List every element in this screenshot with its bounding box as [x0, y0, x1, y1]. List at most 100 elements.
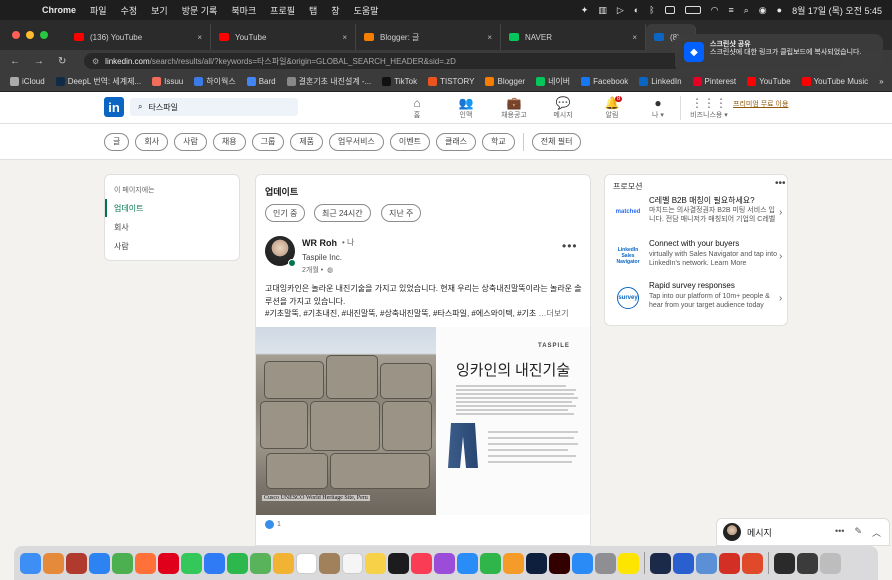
reload-icon[interactable]: ↻	[58, 56, 72, 67]
bookmark-item[interactable]: Bard	[246, 77, 276, 86]
kakaotalk-icon[interactable]	[618, 552, 639, 574]
filter-pill[interactable]: 그룹	[251, 132, 285, 151]
user-switch-icon[interactable]: ◉	[759, 5, 767, 16]
forward-icon[interactable]: →	[34, 56, 48, 67]
display-icon[interactable]	[664, 6, 675, 14]
site-info-icon[interactable]: ⚙	[92, 57, 99, 66]
bookmark-item[interactable]: 하이웍스	[194, 76, 236, 87]
global-nav-home[interactable]: ⌂ 홈	[396, 96, 438, 120]
spotlight-icon[interactable]: ⌕	[744, 5, 749, 16]
bookmark-item[interactable]: 결혼기초 내진설계 -...	[286, 76, 371, 87]
messaging-bar[interactable]: 메시지 ••• ✎ ︿	[716, 518, 890, 546]
sort-pill-24h[interactable]: 최근 24시간	[314, 204, 371, 222]
photoshop-icon[interactable]	[526, 552, 547, 574]
close-tab-icon[interactable]: ×	[197, 33, 202, 42]
finder-icon[interactable]	[20, 552, 41, 574]
bookmark-item[interactable]: LinkedIn	[639, 77, 682, 86]
filter-pill[interactable]: 전체 필터	[531, 132, 582, 151]
chrome-icon[interactable]	[112, 552, 133, 574]
promo-item[interactable]: matched C레벨 B2B 매칭이 필요하세요? 마치드는 의사결정권자 B2B…	[611, 195, 787, 233]
back-icon[interactable]: ←	[10, 56, 24, 67]
maximize-window-icon[interactable]	[40, 31, 48, 39]
filter-pill[interactable]: 회사	[135, 132, 169, 151]
menu-help[interactable]: 도움말	[354, 4, 379, 17]
calendar-icon[interactable]	[296, 552, 317, 574]
filter-pill[interactable]: 사람	[174, 132, 207, 151]
global-nav-me-avatar[interactable]: ● 나 ▾	[637, 96, 679, 120]
premium-trial-link[interactable]: 프리미엄 무료 이용	[733, 99, 788, 109]
browser-tab[interactable]: (136) YouTube ×	[66, 24, 211, 50]
filter-pill[interactable]: 채용	[212, 132, 246, 151]
menu-clock[interactable]: 8월 17일 (목) 오전 5:45	[792, 4, 882, 17]
filter-pill[interactable]: 업무서비스	[329, 132, 384, 151]
downloads-icon[interactable]	[797, 552, 818, 574]
filter-pill[interactable]: 제품	[290, 132, 324, 151]
play-icon[interactable]: ▷	[617, 5, 624, 16]
filter-pill[interactable]: 이벤트	[389, 132, 430, 151]
bookmark-item[interactable]: 네이버	[536, 76, 570, 87]
wifi-icon[interactable]: ◠	[711, 5, 719, 16]
close-tab-icon[interactable]: ×	[487, 33, 492, 42]
contacts-icon[interactable]	[319, 552, 340, 574]
section-link-people[interactable]: 사람	[105, 237, 241, 255]
sidebar-icon[interactable]: ▥	[598, 5, 607, 16]
bookmark-item[interactable]: YouTube Music	[801, 77, 868, 86]
battery-icon[interactable]	[684, 6, 701, 14]
bookmark-item[interactable]: Issuu	[152, 77, 183, 86]
app-c-icon[interactable]	[742, 552, 763, 574]
close-tab-icon[interactable]: ×	[632, 33, 637, 42]
photos-icon[interactable]	[273, 552, 294, 574]
bluetooth-icon[interactable]: ᛒ	[649, 5, 654, 15]
filter-pill[interactable]: 클래스	[435, 132, 477, 151]
tv-icon[interactable]	[388, 552, 409, 574]
focus-icon[interactable]: ◐	[634, 5, 639, 15]
messages-icon[interactable]	[181, 552, 202, 574]
control-center-icon[interactable]: ≡	[728, 5, 733, 15]
global-nav-bell[interactable]: 🔔 8 알림	[591, 96, 633, 120]
bookmark-item[interactable]: TikTok	[382, 77, 417, 86]
mail-icon[interactable]	[204, 552, 225, 574]
acrobat-icon[interactable]	[719, 552, 740, 574]
firefox-icon[interactable]	[135, 552, 156, 574]
bookmark-item[interactable]: YouTube	[747, 77, 791, 86]
close-tab-icon[interactable]: ×	[342, 33, 347, 42]
chevron-up-icon[interactable]: ︿	[872, 526, 881, 539]
bookmark-item[interactable]: Pinterest	[692, 77, 736, 86]
browser-tab[interactable]: Blogger: 글 ×	[356, 24, 501, 50]
compose-icon[interactable]: ✎	[854, 526, 862, 539]
bookmark-item[interactable]: TISTORY	[428, 77, 474, 86]
trash-icon[interactable]	[820, 552, 841, 574]
menu-file[interactable]: 파일	[90, 4, 107, 17]
promo-item[interactable]: survey Rapid survey responses Tap into our…	[611, 281, 787, 319]
screen-icon[interactable]	[774, 552, 795, 574]
illustrator-icon[interactable]	[549, 552, 570, 574]
safari-icon[interactable]	[89, 552, 110, 574]
see-more-link[interactable]: …더보기	[539, 309, 569, 318]
app-a-icon[interactable]	[650, 552, 671, 574]
menu-history[interactable]: 방문 기록	[182, 4, 218, 17]
menu-app-name[interactable]: Chrome	[42, 5, 76, 15]
opera-icon[interactable]	[158, 552, 179, 574]
siri-icon[interactable]: ●	[777, 5, 782, 15]
menu-window[interactable]: 창	[331, 4, 339, 17]
bookmark-item[interactable]: DeepL 번역: 세계제...	[55, 76, 141, 87]
keynote-icon[interactable]	[457, 552, 478, 574]
screenshot-share-notification[interactable]: ◆ 스크린샷 공유 스크린샷에 대한 링크가 클립보드에 복사되었습니다.	[675, 34, 883, 72]
global-nav-briefcase[interactable]: 💼 채용공고	[493, 96, 535, 120]
bookmark-item[interactable]: Blogger	[485, 77, 525, 86]
linkedin-logo[interactable]: in	[104, 97, 124, 117]
notes-icon[interactable]	[365, 552, 386, 574]
close-window-icon[interactable]	[12, 31, 20, 39]
bookmarks-overflow-icon[interactable]: »	[879, 77, 892, 86]
section-link-companies[interactable]: 회사	[105, 218, 241, 236]
sort-pill-week[interactable]: 지난 주	[381, 204, 422, 222]
filter-pill[interactable]: 글	[104, 132, 130, 151]
global-nav-people[interactable]: 👥 인맥	[445, 96, 487, 120]
launchpad-icon[interactable]	[43, 552, 64, 574]
music-icon[interactable]	[411, 552, 432, 574]
browser-tab[interactable]: YouTube ×	[211, 24, 356, 50]
menu-edit[interactable]: 수정	[121, 4, 138, 17]
dictionary-icon[interactable]	[66, 552, 87, 574]
sort-pill-top[interactable]: 인기 중	[265, 204, 306, 222]
pages-icon[interactable]	[503, 552, 524, 574]
